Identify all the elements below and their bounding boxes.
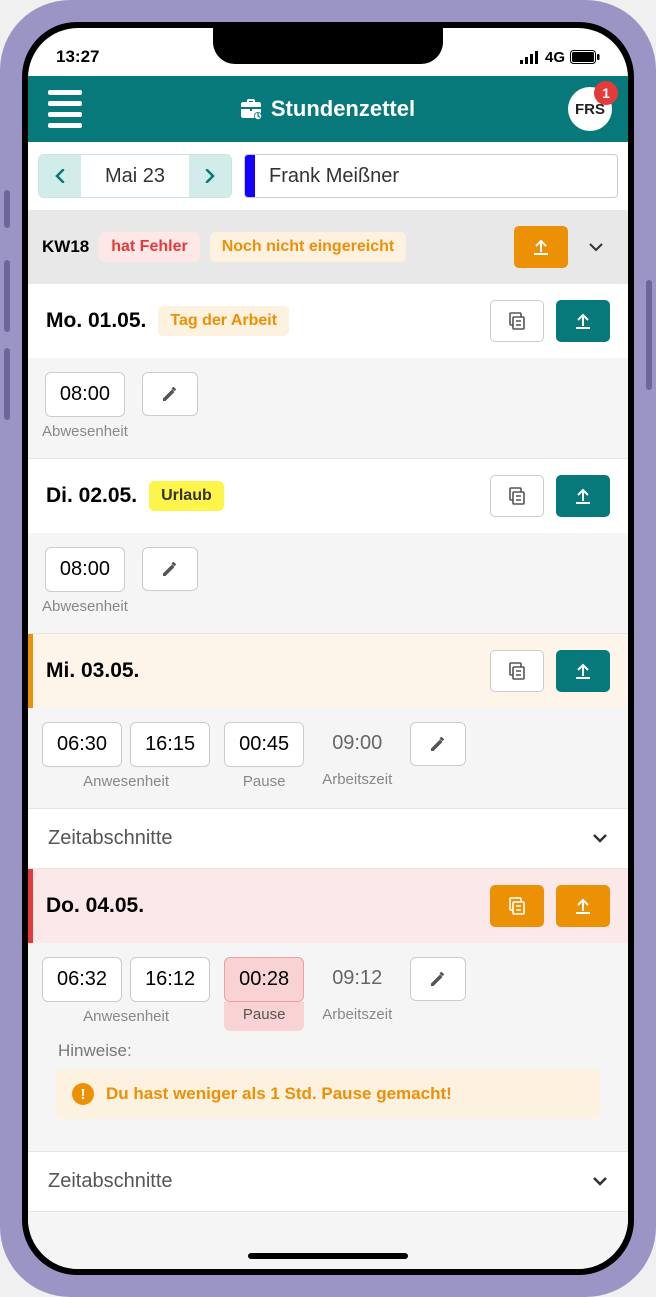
day-date: Mi. 03.05.: [46, 659, 139, 683]
pause-label: Pause: [224, 1002, 304, 1031]
home-indicator: [248, 1253, 408, 1259]
briefcase-icon: [239, 98, 263, 120]
presence-start[interactable]: 06:30: [42, 722, 122, 767]
error-tag: hat Fehler: [99, 232, 199, 262]
day-block: Di. 02.05. Urlaub 08:00: [28, 459, 628, 634]
absence-time[interactable]: 08:00: [45, 547, 125, 592]
battery-icon: [570, 50, 600, 64]
absence-label: Abwesenheit: [42, 423, 128, 440]
presence-label: Anwesenheit: [83, 1008, 169, 1025]
copy-day-button[interactable]: [490, 885, 544, 927]
work-time: 09:12: [318, 957, 396, 1000]
pause-label: Pause: [243, 773, 286, 790]
chevron-down-icon: [592, 1173, 608, 1191]
segments-toggle[interactable]: Zeitabschnitte: [28, 808, 628, 868]
phone-notch: [213, 28, 443, 64]
pending-tag: Noch nicht eingereicht: [210, 232, 406, 262]
notification-badge: 1: [594, 81, 618, 105]
presence-start[interactable]: 06:32: [42, 957, 122, 1002]
submit-day-button[interactable]: [556, 885, 610, 927]
chevron-down-icon: [592, 830, 608, 848]
absence-label: Abwesenheit: [42, 598, 128, 615]
status-time: 13:27: [56, 47, 99, 67]
presence-end[interactable]: 16:12: [130, 957, 210, 1002]
segments-toggle[interactable]: Zeitabschnitte: [28, 1151, 628, 1211]
hints-label: Hinweise:: [42, 1031, 614, 1069]
holiday-tag: Tag der Arbeit: [158, 306, 289, 336]
app-header: Stundenzettel FRS 1: [28, 76, 628, 142]
signal-icon: [520, 51, 540, 64]
submit-day-button[interactable]: [556, 650, 610, 692]
next-month-button[interactable]: [189, 155, 231, 197]
page-title: Stundenzettel: [239, 96, 415, 122]
work-time: 09:00: [318, 722, 396, 765]
work-label: Arbeitszeit: [322, 771, 392, 788]
prev-month-button[interactable]: [39, 155, 81, 197]
submit-day-button[interactable]: [556, 300, 610, 342]
week-expand-toggle[interactable]: [578, 226, 614, 268]
pause-time[interactable]: 00:28: [224, 957, 304, 1002]
edit-button[interactable]: [410, 722, 466, 766]
hint-box: ! Du hast weniger als 1 Std. Pause gemac…: [56, 1069, 600, 1119]
pause-time[interactable]: 00:45: [224, 722, 304, 767]
absence-time[interactable]: 08:00: [45, 372, 125, 417]
copy-day-button[interactable]: [490, 300, 544, 342]
user-avatar[interactable]: FRS 1: [568, 87, 612, 131]
user-select[interactable]: Frank Meißner: [244, 154, 618, 198]
day-block: Mo. 01.05. Tag der Arbeit 0: [28, 284, 628, 459]
month-label: Mai 23: [81, 155, 189, 197]
presence-label: Anwesenheit: [83, 773, 169, 790]
copy-day-button[interactable]: [490, 650, 544, 692]
warning-icon: !: [72, 1083, 94, 1105]
presence-end[interactable]: 16:15: [130, 722, 210, 767]
day-block: Do. 04.05. 06:32: [28, 869, 628, 1212]
submit-week-button[interactable]: [514, 226, 568, 268]
user-color-indicator: [245, 155, 255, 197]
calendar-week-label: KW18: [42, 237, 89, 257]
menu-button[interactable]: [44, 86, 86, 132]
day-block: Mi. 03.05. 06:30: [28, 634, 628, 869]
edit-button[interactable]: [410, 957, 466, 1001]
submit-day-button[interactable]: [556, 475, 610, 517]
day-date: Di. 02.05.: [46, 484, 137, 508]
status-network: 4G: [545, 49, 565, 66]
work-label: Arbeitszeit: [322, 1006, 392, 1023]
copy-day-button[interactable]: [490, 475, 544, 517]
day-date: Mo. 01.05.: [46, 309, 146, 333]
day-date: Do. 04.05.: [46, 894, 144, 918]
month-nav: Mai 23: [38, 154, 232, 198]
vacation-tag: Urlaub: [149, 481, 224, 511]
edit-button[interactable]: [142, 547, 198, 591]
edit-button[interactable]: [142, 372, 198, 416]
month-user-row: Mai 23 Frank Meißner: [28, 142, 628, 210]
week-header: KW18 hat Fehler Noch nicht eingereicht: [28, 210, 628, 284]
